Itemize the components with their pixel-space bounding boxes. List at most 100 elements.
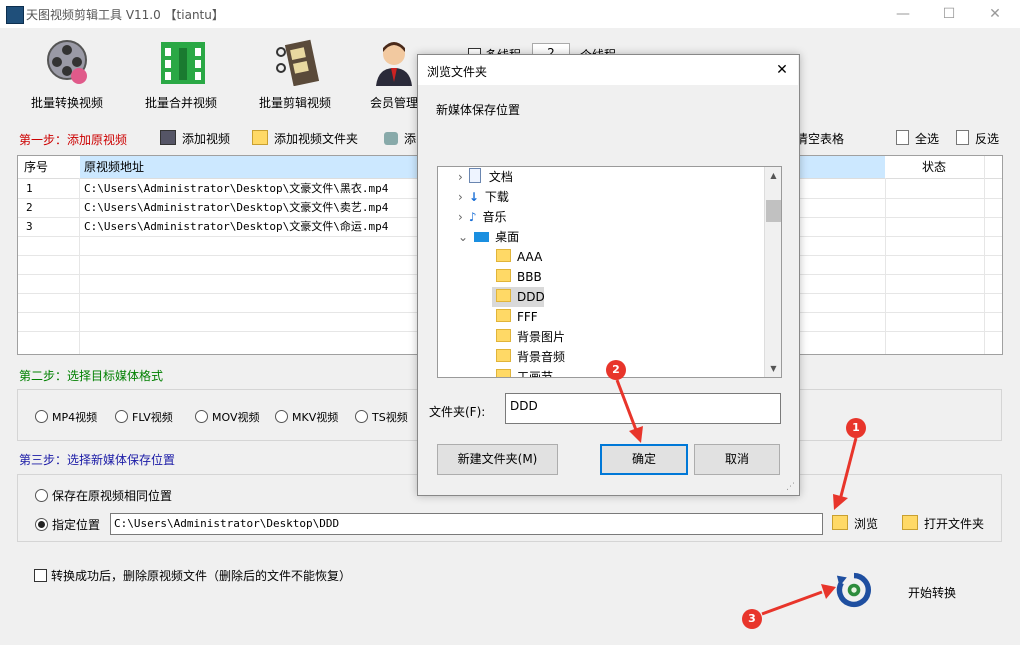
window-title: 天图视频剪辑工具 V11.0 【tiantu】 [26, 8, 224, 22]
dialog-title: 浏览文件夹 [427, 65, 488, 79]
format-mp4-label: MP4视频 [52, 411, 98, 424]
desktop-icon [474, 232, 490, 242]
tree-folder-item[interactable]: AAA [496, 247, 542, 267]
format-ts-radio[interactable]: TS视频 [355, 409, 408, 425]
tree-folder-label: 工画节 [517, 370, 554, 378]
tree-folder-label: 背景图片 [517, 330, 566, 344]
folder-icon [496, 249, 511, 262]
dialog-prompt: 新媒体保存位置 [436, 103, 521, 117]
add-folder-button[interactable]: 添加视频文件夹 [252, 129, 358, 149]
clear-table-button[interactable]: 清空表格 [796, 129, 844, 149]
radio-circle[interactable] [195, 410, 208, 423]
browse-button[interactable]: 浏览 [832, 514, 878, 534]
format-mov-label: MOV视频 [212, 411, 260, 424]
radio-circle[interactable] [275, 410, 288, 423]
radio-circle-selected[interactable] [35, 518, 48, 531]
add-video-label: 添加视频 [182, 132, 231, 146]
annotation-marker-3: 3 [742, 609, 762, 629]
batch-merge-button[interactable]: 批量合并视频 [126, 34, 236, 114]
tree-folder-item[interactable]: 工画节 [496, 367, 554, 378]
batch-convert-button[interactable]: 批量转换视频 [12, 34, 122, 114]
format-mov-radio[interactable]: MOV视频 [195, 409, 259, 425]
close-button[interactable]: ✕ [972, 0, 1018, 28]
chevron-right-icon[interactable]: › [458, 210, 463, 224]
document-icon [896, 130, 909, 145]
tree-folder-item-selected[interactable]: DDD [496, 287, 545, 307]
header-index[interactable]: 序号 [24, 156, 48, 175]
invert-label: 反选 [975, 132, 1000, 146]
same-location-radio[interactable]: 保存在原视频相同位置 [35, 487, 172, 504]
save-path-input[interactable]: C:\Users\Administrator\Desktop\DDD [110, 513, 823, 535]
tree-item-label: 文档 [488, 170, 513, 184]
step3-label: 第三步：选择新媒体保存位置 [19, 453, 176, 467]
cancel-button[interactable]: 取消 [694, 444, 780, 475]
folder-icon [496, 289, 511, 302]
ok-button[interactable]: 确定 [600, 444, 688, 475]
row-path: C:\Users\Administrator\Desktop\文豪文件\卖艺.m… [84, 201, 389, 214]
radio-circle[interactable] [115, 410, 128, 423]
header-path[interactable]: 原视频地址 [84, 156, 144, 175]
dialog-close-button[interactable]: ✕ [766, 56, 798, 84]
chevron-right-icon[interactable]: › [458, 190, 463, 204]
folder-icon [496, 329, 511, 342]
select-all-button[interactable]: 全选 [896, 129, 939, 149]
browse-label: 浏览 [854, 517, 879, 531]
folder-icon [496, 369, 511, 377]
arrow-to-start [761, 584, 836, 616]
add-other-button[interactable]: 添 [384, 129, 416, 149]
tree-item-documents[interactable]: › 文档 [458, 167, 513, 187]
chevron-right-icon[interactable]: › [458, 170, 463, 184]
tree-item-downloads[interactable]: › ↓ 下载 [458, 187, 509, 207]
column-divider [984, 156, 985, 354]
format-flv-radio[interactable]: FLV视频 [115, 409, 173, 425]
radio-circle[interactable] [35, 489, 48, 502]
delete-original-checkbox[interactable]: 转换成功后，删除原视频文件（删除后的文件不能恢复） [34, 567, 351, 584]
tree-folder-item[interactable]: 背景音频 [496, 347, 565, 367]
open-folder-button[interactable]: 打开文件夹 [902, 514, 984, 534]
add-video-button[interactable]: 添加视频 [160, 129, 230, 149]
radio-circle[interactable] [355, 410, 368, 423]
scroll-up-icon[interactable]: ▲ [765, 167, 781, 184]
folder-field-label: 文件夹(F): [429, 405, 486, 419]
tree-item-label: 下载 [484, 190, 509, 204]
people-icon [384, 132, 398, 145]
same-location-label: 保存在原视频相同位置 [52, 489, 173, 503]
folder-icon [496, 309, 511, 322]
minimize-button[interactable]: — [880, 0, 926, 28]
tree-folder-item[interactable]: BBB [496, 267, 542, 287]
scroll-down-icon[interactable]: ▼ [765, 360, 781, 377]
format-mp4-radio[interactable]: MP4视频 [35, 409, 97, 425]
film-scissors-icon [276, 39, 320, 86]
maximize-button[interactable]: ☐ [926, 0, 972, 28]
folder-field-input[interactable]: DDD [505, 393, 781, 424]
tree-scrollbar[interactable]: ▲ ▼ [764, 167, 781, 377]
new-folder-button[interactable]: 新建文件夹(M) [437, 444, 558, 475]
resize-grip-icon[interactable]: ⋰ [786, 482, 796, 492]
scroll-thumb[interactable] [766, 200, 781, 222]
folder-tree[interactable]: › 文档 › ↓ 下载 › ♪ 音乐 ⌄ 桌面 AAA BBB DDD FFF 背景图片 背… [437, 166, 782, 378]
start-convert-button[interactable]: 开始转换 [832, 572, 962, 612]
row-path: C:\Users\Administrator\Desktop\文豪文件\黑衣.m… [84, 182, 389, 195]
tree-folder-item[interactable]: FFF [496, 307, 538, 327]
tree-folder-item[interactable]: 背景图片 [496, 327, 565, 347]
chevron-down-icon[interactable]: ⌄ [458, 230, 468, 244]
specify-location-label: 指定位置 [52, 518, 101, 532]
document-icon [468, 168, 481, 183]
header-status[interactable]: 状态 [922, 156, 946, 175]
radio-circle[interactable] [35, 410, 48, 423]
delete-original-check[interactable] [34, 569, 47, 582]
format-flv-label: FLV视频 [132, 411, 173, 424]
row-index: 3 [26, 220, 33, 233]
folder-open-icon [902, 515, 918, 530]
format-mkv-radio[interactable]: MKV视频 [275, 409, 338, 425]
invert-button[interactable]: 反选 [956, 129, 999, 149]
start-convert-label: 开始转换 [908, 586, 957, 600]
film-reel-icon [47, 40, 87, 84]
tree-folder-label: AAA [517, 250, 543, 264]
select-all-label: 全选 [915, 132, 940, 146]
tree-item-music[interactable]: › ♪ 音乐 [458, 207, 507, 227]
batch-edit-button[interactable]: 批量剪辑视频 [240, 34, 350, 114]
tree-item-desktop[interactable]: ⌄ 桌面 [458, 227, 519, 247]
folder-search-icon [832, 515, 848, 530]
specify-location-radio[interactable]: 指定位置 [35, 516, 100, 533]
